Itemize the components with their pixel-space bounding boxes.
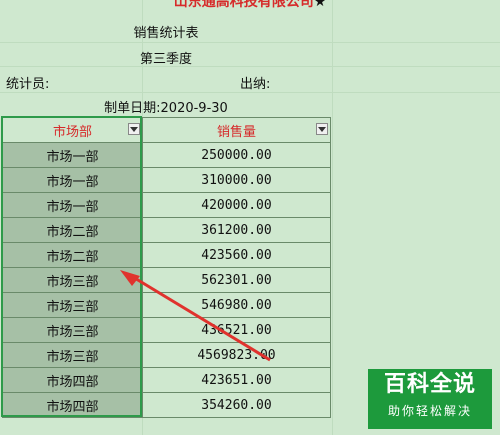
department-cell[interactable]: 市场二部 bbox=[2, 217, 143, 243]
watermark-logo: 百科全说 助你轻松解决 bbox=[368, 369, 492, 429]
department-cell[interactable]: 市场三部 bbox=[2, 317, 143, 343]
department-cell[interactable]: 市场四部 bbox=[2, 392, 143, 418]
date-label: 制单日期:2020-9-30 bbox=[104, 101, 228, 116]
department-cell[interactable]: 市场四部 bbox=[2, 367, 143, 393]
department-cell[interactable]: 市场三部 bbox=[2, 292, 143, 318]
header-cell-sales[interactable]: 销售量 bbox=[142, 117, 331, 143]
table-row: 市场一部 420000.00 bbox=[2, 192, 331, 218]
sales-cell[interactable]: 354260.00 bbox=[142, 392, 331, 418]
sales-cell[interactable]: 420000.00 bbox=[142, 192, 331, 218]
statistician-label: 统计员: bbox=[6, 77, 50, 92]
sales-cell[interactable]: 361200.00 bbox=[142, 217, 331, 243]
sales-cell[interactable]: 436521.00 bbox=[142, 317, 331, 343]
dropdown-arrow-icon bbox=[318, 126, 326, 132]
department-cell[interactable]: 市场三部 bbox=[2, 267, 143, 293]
sales-cell[interactable]: 4569823.00 bbox=[142, 342, 331, 368]
header-label-sales: 销售量 bbox=[216, 124, 256, 140]
table-row: 市场三部 4569823.00 bbox=[2, 342, 331, 368]
table-row: 市场三部 546980.00 bbox=[2, 292, 331, 318]
filter-dropdown-button[interactable] bbox=[316, 123, 328, 135]
report-title: 销售统计表 bbox=[133, 26, 199, 41]
filter-dropdown-button[interactable] bbox=[128, 123, 140, 135]
table-row: 市场三部 562301.00 bbox=[2, 267, 331, 293]
department-cell[interactable]: 市场一部 bbox=[2, 142, 143, 168]
watermark-title: 百科全说 bbox=[383, 372, 476, 397]
header-label-department: 市场部 bbox=[52, 124, 92, 140]
department-cell[interactable]: 市场一部 bbox=[2, 192, 143, 218]
header-cell-department[interactable]: 市场部 bbox=[2, 117, 143, 143]
sales-table: 市场部 销售量 市场一部 250000.00 市场一部 310000.00 市场一部 42… bbox=[2, 117, 331, 418]
sales-cell[interactable]: 423560.00 bbox=[142, 242, 331, 268]
table-row: 市场一部 250000.00 bbox=[2, 142, 331, 168]
star-icon: ★ bbox=[313, 0, 327, 10]
department-cell[interactable]: 市场一部 bbox=[2, 167, 143, 193]
sales-cell[interactable]: 250000.00 bbox=[142, 142, 331, 168]
dropdown-arrow-icon bbox=[130, 126, 138, 132]
quarter-label: 第三季度 bbox=[139, 52, 192, 67]
sales-cell[interactable]: 562301.00 bbox=[142, 267, 331, 293]
table-row: 市场一部 310000.00 bbox=[2, 167, 331, 193]
cashier-label: 出纳: bbox=[240, 77, 271, 92]
table-row: 市场四部 354260.00 bbox=[2, 392, 331, 418]
department-cell[interactable]: 市场二部 bbox=[2, 242, 143, 268]
sales-cell[interactable]: 546980.00 bbox=[142, 292, 331, 318]
watermark-subtitle: 助你轻松解决 bbox=[387, 404, 472, 418]
company-name: 山东通高科技有限公司 bbox=[173, 0, 314, 10]
department-cell[interactable]: 市场三部 bbox=[2, 342, 143, 368]
sales-cell[interactable]: 423651.00 bbox=[142, 367, 331, 393]
table-row: 市场四部 423651.00 bbox=[2, 367, 331, 393]
table-row: 市场三部 436521.00 bbox=[2, 317, 331, 343]
table-row: 市场二部 361200.00 bbox=[2, 217, 331, 243]
sales-cell[interactable]: 310000.00 bbox=[142, 167, 331, 193]
table-row: 市场二部 423560.00 bbox=[2, 242, 331, 268]
company-title: 山东通高科技有限公司★ bbox=[0, 0, 500, 11]
